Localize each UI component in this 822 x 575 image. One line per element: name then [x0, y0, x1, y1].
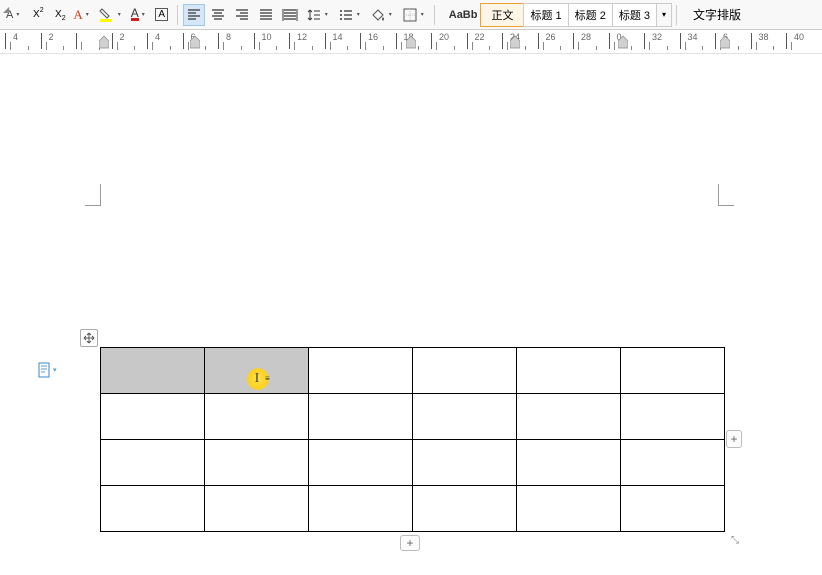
subscript-button[interactable]: X2 — [48, 4, 68, 26]
table-cell[interactable] — [205, 486, 309, 532]
line-spacing-button[interactable]: ▾ — [303, 4, 333, 26]
align-right-button[interactable] — [231, 4, 253, 26]
line-spacing-icon — [306, 7, 322, 23]
table-cell[interactable] — [517, 394, 621, 440]
table-row[interactable] — [101, 348, 725, 394]
chevron-down-icon: ▾ — [355, 11, 362, 18]
style-heading1[interactable]: 标题 1 — [523, 3, 568, 27]
page-margin-corner-tl — [85, 184, 101, 206]
document-icon — [38, 362, 52, 378]
table-cell[interactable] — [309, 486, 413, 532]
align-distributed-button[interactable] — [279, 4, 301, 26]
chevron-down-icon: ▾ — [140, 11, 147, 18]
style-preview: AaBb — [445, 9, 482, 21]
align-left-icon — [186, 7, 202, 23]
table-cell[interactable] — [621, 348, 725, 394]
table-move-handle[interactable] — [80, 329, 98, 347]
table-row[interactable] — [101, 486, 725, 532]
shading-button[interactable]: ▾ — [367, 4, 397, 26]
align-distributed-icon — [282, 7, 298, 23]
styles-more-button[interactable]: ▾ — [656, 3, 672, 27]
table-cell[interactable] — [413, 486, 517, 532]
table-resize-handle[interactable]: ⤡ — [728, 533, 742, 547]
table-cell[interactable] — [205, 348, 309, 394]
table-cell[interactable] — [413, 394, 517, 440]
table-cell[interactable] — [621, 486, 725, 532]
table-cell[interactable] — [309, 440, 413, 486]
table-cell[interactable] — [309, 394, 413, 440]
align-center-icon — [210, 7, 226, 23]
table-row[interactable] — [101, 394, 725, 440]
formatting-toolbar: A◢ ▾ X2 X2 A ▾ ▾ A ▾ A ▾ ▾ — [0, 0, 822, 30]
font-color-button[interactable]: A ▾ — [128, 4, 150, 26]
font-effects-button[interactable]: A ▾ — [70, 4, 93, 26]
chevron-down-icon: ▾ — [419, 11, 426, 18]
clear-formatting-button[interactable]: A◢ ▾ — [3, 4, 24, 26]
chevron-down-icon: ▾ — [387, 11, 394, 18]
table-cell[interactable] — [517, 486, 621, 532]
table-cell[interactable] — [205, 440, 309, 486]
horizontal-ruler[interactable]: 422468101214161820222426280323463840 — [0, 32, 822, 54]
borders-button[interactable]: ▾ — [399, 4, 429, 26]
bullet-list-icon — [338, 7, 354, 23]
navigation-pane-button[interactable]: ▾ — [38, 362, 57, 378]
table-cell[interactable] — [621, 440, 725, 486]
text-layout-button[interactable]: 文字排版 — [689, 6, 745, 23]
borders-icon — [402, 7, 418, 23]
table-cell[interactable] — [413, 348, 517, 394]
superscript-button[interactable]: X2 — [26, 4, 46, 26]
styles-gallery: AaBb 正文 标题 1 标题 2 标题 3 ▾ — [445, 3, 672, 27]
separator — [434, 5, 435, 25]
bullet-list-button[interactable]: ▾ — [335, 4, 365, 26]
separator — [177, 5, 178, 25]
page-margin-corner-tr — [718, 184, 734, 206]
table-cell[interactable] — [205, 394, 309, 440]
paint-bucket-icon — [370, 7, 386, 23]
chevron-down-icon: ▾ — [14, 11, 21, 18]
style-normal[interactable]: 正文 — [480, 3, 524, 27]
align-center-button[interactable] — [207, 4, 229, 26]
table-cell[interactable] — [101, 348, 205, 394]
document-table[interactable] — [100, 347, 725, 532]
add-row-button[interactable]: + — [400, 535, 420, 551]
table-row[interactable] — [101, 440, 725, 486]
chevron-down-icon: ▾ — [116, 11, 123, 18]
document-page: ▾ I ≡ + + ⤡ — [0, 56, 822, 575]
style-heading3[interactable]: 标题 3 — [612, 3, 657, 27]
separator — [676, 5, 677, 25]
chevron-down-icon: ▾ — [53, 366, 57, 374]
chevron-down-icon: ▾ — [323, 11, 330, 18]
table-cell[interactable] — [413, 440, 517, 486]
add-column-button[interactable]: + — [726, 430, 742, 448]
character-border-button[interactable]: A — [152, 4, 172, 26]
table-cell[interactable] — [309, 348, 413, 394]
chevron-down-icon: ▾ — [84, 11, 91, 18]
table-cell[interactable] — [101, 486, 205, 532]
align-left-button[interactable] — [183, 4, 205, 26]
align-justify-icon — [258, 7, 274, 23]
highlight-icon — [99, 7, 115, 23]
move-icon — [83, 332, 95, 344]
table-cell[interactable] — [101, 440, 205, 486]
align-right-icon — [234, 7, 250, 23]
table-cell[interactable] — [517, 348, 621, 394]
table-cell[interactable] — [621, 394, 725, 440]
align-justify-button[interactable] — [255, 4, 277, 26]
table-cell[interactable] — [517, 440, 621, 486]
highlight-color-button[interactable]: ▾ — [96, 4, 126, 26]
style-heading2[interactable]: 标题 2 — [568, 3, 613, 27]
table-cell[interactable] — [101, 394, 205, 440]
